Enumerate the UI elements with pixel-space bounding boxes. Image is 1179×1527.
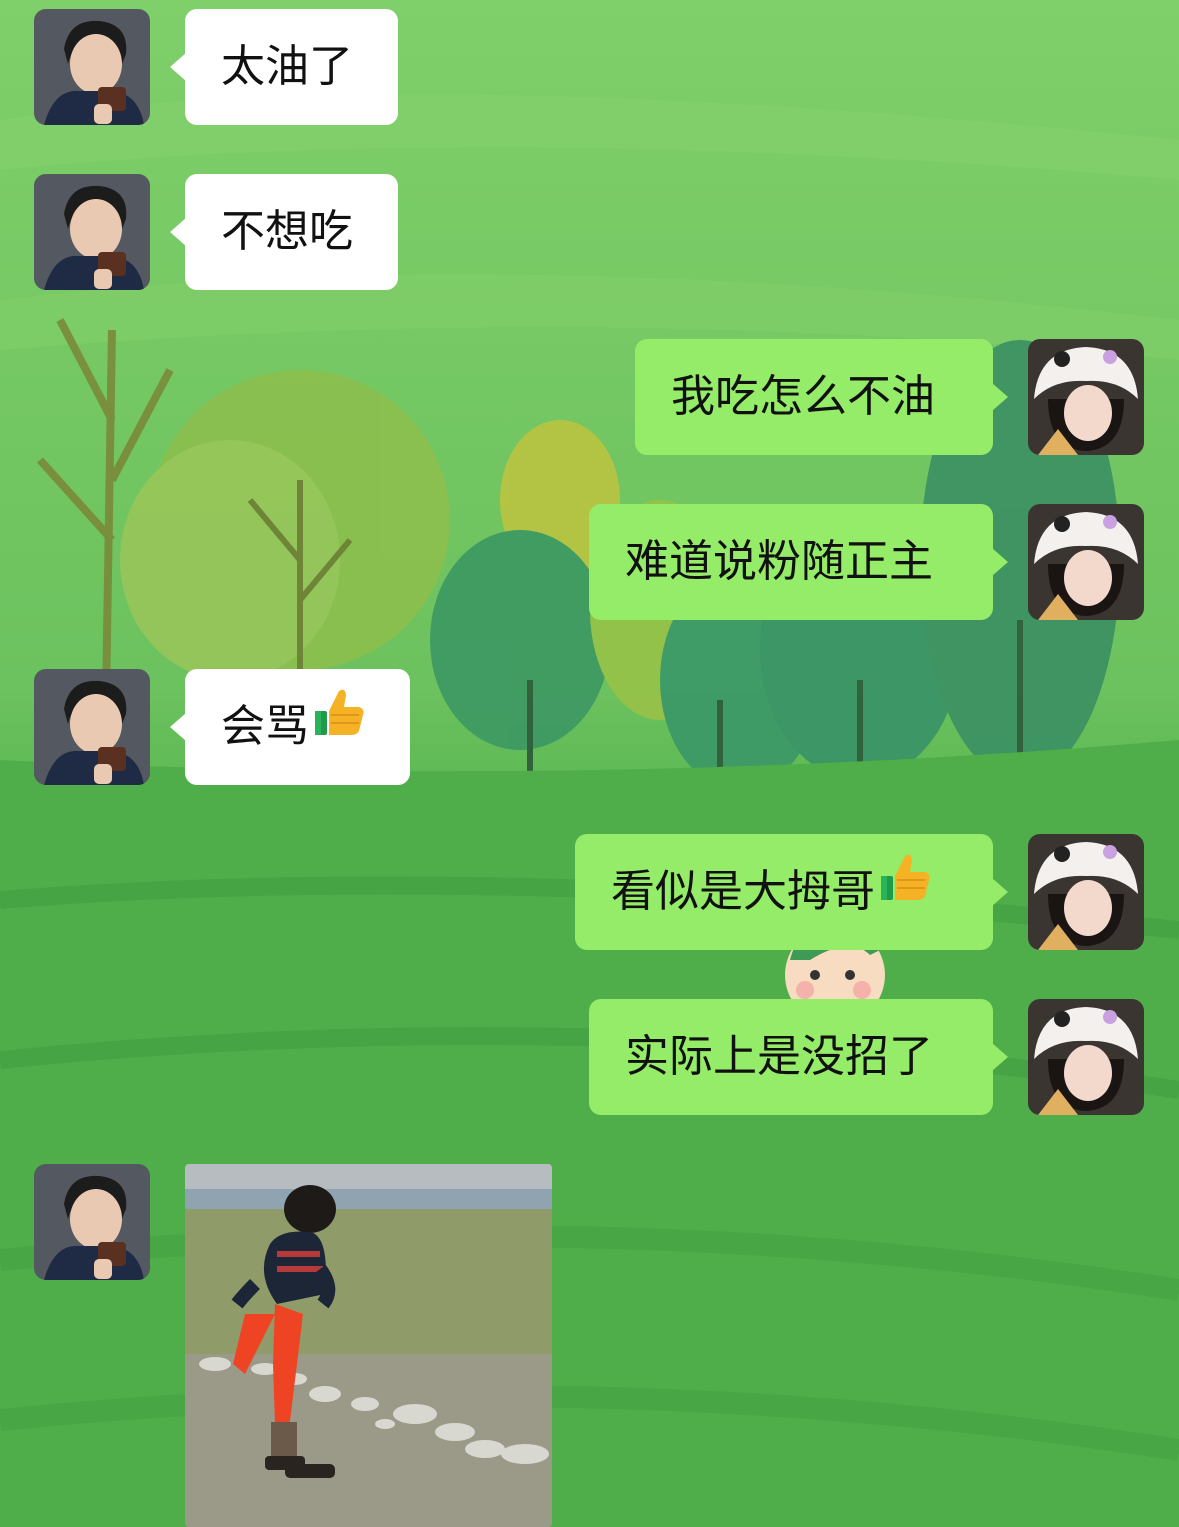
message-text: 不想吃 (221, 206, 353, 257)
thumbs-up-icon (313, 667, 367, 783)
message-bubble-sent[interactable]: 难道说粉随正主 (589, 504, 1008, 620)
child-photo (185, 1164, 552, 1527)
avatar-self[interactable] (1028, 999, 1144, 1115)
message-text: 我吃怎么不油 (671, 371, 935, 422)
message-image[interactable] (185, 1164, 552, 1527)
avatar-self[interactable] (1028, 834, 1144, 950)
avatar-contact[interactable] (34, 9, 150, 125)
message-bubble-received[interactable]: 太油了 (170, 9, 398, 125)
avatar-contact[interactable] (34, 174, 150, 290)
message-text: 太油了 (221, 41, 353, 92)
message-bubble-sent[interactable]: 实际上是没招了 (589, 999, 1008, 1115)
message-text: 难道说粉随正主 (625, 536, 933, 587)
message-bubble-received[interactable]: 会骂 (170, 667, 410, 785)
message-text: 看似是大拇哥 (611, 866, 875, 917)
avatar-self[interactable] (1028, 339, 1144, 455)
avatar-contact[interactable] (34, 1164, 150, 1280)
message-bubble-sent[interactable]: 看似是大拇哥 (575, 832, 1008, 950)
message-bubble-received[interactable]: 不想吃 (170, 174, 398, 290)
avatar-self[interactable] (1028, 504, 1144, 620)
message-bubble-sent[interactable]: 我吃怎么不油 (635, 339, 1008, 455)
message-text: 会骂 (221, 701, 309, 752)
thumbs-up-icon (879, 832, 933, 948)
message-text: 实际上是没招了 (625, 1031, 933, 1082)
avatar-contact[interactable] (34, 669, 150, 785)
